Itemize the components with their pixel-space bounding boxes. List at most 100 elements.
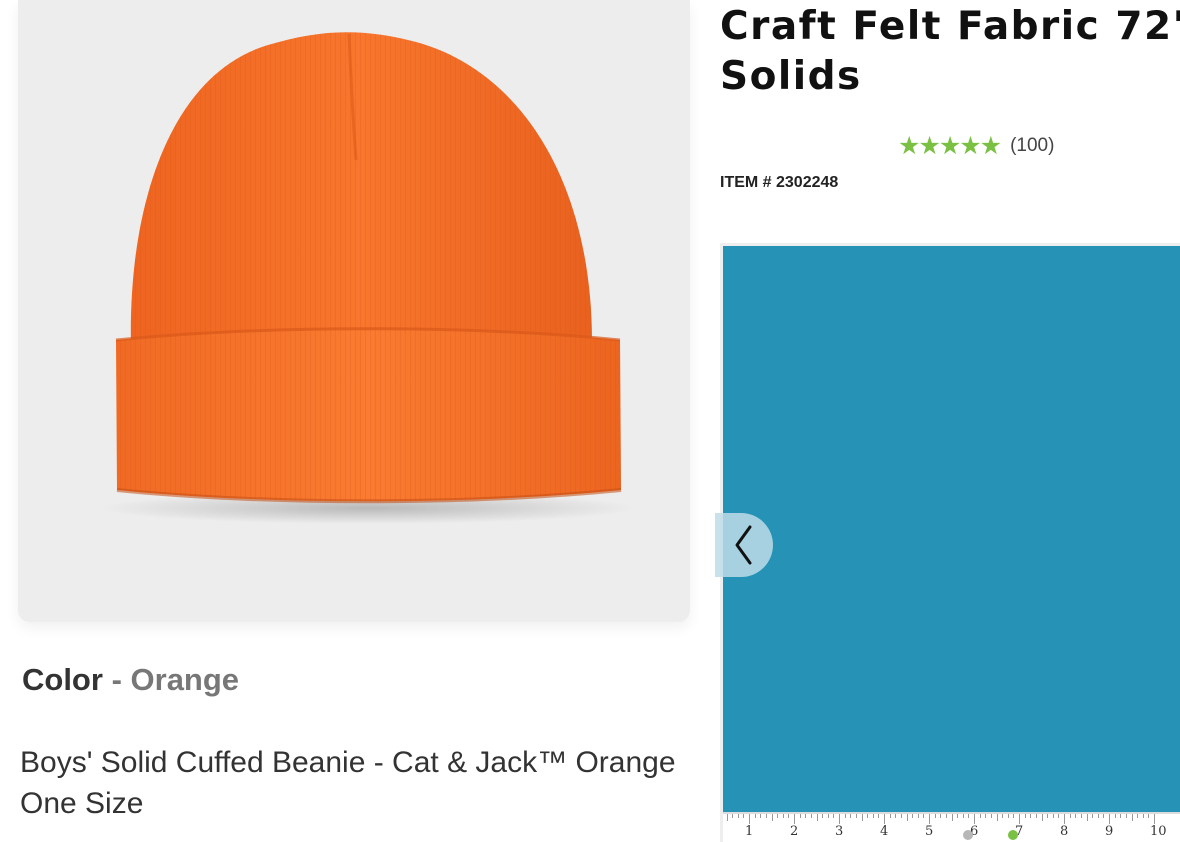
ruler-tick [979, 814, 981, 818]
ruler-tick [1148, 814, 1150, 818]
ruler-tick [1007, 814, 1009, 818]
chevron-left-icon [735, 525, 752, 565]
ruler-tick [1142, 814, 1144, 818]
ruler-tick [872, 814, 874, 818]
color-separator: - [111, 662, 122, 697]
ruler-tick [1131, 814, 1133, 821]
ruler-tick [844, 814, 846, 818]
ruler-tick [732, 814, 734, 818]
ruler-tick [900, 814, 902, 818]
page-title: Craft Felt Fabric 72''- Solids [720, 4, 1180, 99]
ruler-tick [1035, 814, 1037, 818]
ruler-tick [985, 814, 987, 818]
color-selection: Color - Orange [22, 662, 239, 698]
ruler-tick [850, 814, 852, 818]
ruler-tick [1154, 814, 1155, 824]
ruler-tick [1019, 814, 1020, 824]
ruler-tick [945, 814, 947, 818]
measuring-ruler: 1 2 3 4 5 6 7 8 9 10 [723, 812, 1180, 842]
color-value: Orange [130, 662, 240, 697]
ruler-tick [1002, 814, 1004, 818]
product-image-frame: 1 2 3 4 5 6 7 8 9 10 [720, 243, 1180, 842]
beanie-image [100, 32, 636, 524]
ruler-tick [906, 814, 908, 821]
ruler-tick [1080, 814, 1082, 818]
panel-divider [705, 0, 715, 842]
ruler-tick [855, 814, 857, 818]
ruler-tick [1125, 814, 1127, 818]
ruler-tick [912, 814, 914, 818]
ruler-tick [1013, 814, 1015, 818]
ruler-tick [822, 814, 824, 818]
ruler-tick [929, 814, 930, 824]
ruler-tick [782, 814, 784, 818]
ruler-tick [889, 814, 891, 818]
ruler-tick [805, 814, 807, 818]
carousel-dot[interactable] [963, 830, 973, 840]
ruler-tick [771, 814, 773, 821]
ruler-tick [794, 814, 795, 824]
ruler-tick [737, 814, 739, 818]
ruler-tick [810, 814, 812, 818]
ruler-tick [1069, 814, 1071, 818]
ruler-tick [765, 814, 767, 818]
ruler-label: 9 [1105, 824, 1114, 839]
ruler-label: 1 [745, 824, 754, 839]
color-label: Color [22, 662, 103, 697]
ruler-label: 2 [790, 824, 799, 839]
ruler-tick [1097, 814, 1099, 818]
ruler-tick [726, 814, 728, 821]
rating[interactable]: ★★★★★ (100) [898, 131, 1054, 160]
product-title[interactable]: Boys' Solid Cuffed Beanie - Cat & Jack™ … [20, 742, 700, 824]
fabric-swatch-image[interactable] [723, 246, 1180, 812]
ruler-tick [974, 814, 975, 824]
ruler-tick [1024, 814, 1026, 818]
ruler-label: 3 [835, 824, 844, 839]
ruler-tick [962, 814, 964, 818]
ruler-tick [827, 814, 829, 818]
ruler-tick [1075, 814, 1077, 818]
ruler-tick [878, 814, 880, 818]
ruler-label: 4 [880, 824, 889, 839]
ruler-tick [957, 814, 959, 818]
ruler-tick [1114, 814, 1116, 818]
ruler-tick [1103, 814, 1105, 818]
ruler-tick [1047, 814, 1049, 818]
carousel-dot[interactable] [1008, 830, 1018, 840]
ruler-tick [754, 814, 756, 818]
ruler-tick [996, 814, 998, 821]
item-number: ITEM # 2302248 [720, 174, 839, 191]
ruler-tick [839, 814, 840, 824]
right-product-panel: Craft Felt Fabric 72''- Solids ★★★★★ (10… [715, 0, 1180, 842]
ruler-tick [799, 814, 801, 818]
ruler-tick [760, 814, 762, 818]
ruler-tick [867, 814, 869, 818]
ruler-tick [884, 814, 885, 824]
ruler-tick [1058, 814, 1060, 818]
product-image[interactable] [18, 0, 690, 622]
left-product-panel: Color - Orange Boys' Solid Cuffed Beanie… [0, 0, 705, 842]
ruler-tick [777, 814, 779, 818]
ruler-tick [1030, 814, 1032, 818]
ruler-tick [1137, 814, 1139, 818]
star-rating-icon: ★★★★★ [898, 131, 1002, 160]
ruler-tick [923, 814, 925, 818]
ruler-tick [743, 814, 745, 818]
review-count[interactable]: (100) [1010, 135, 1054, 157]
ruler-tick [1092, 814, 1094, 818]
ruler-tick [1064, 814, 1065, 824]
ruler-tick [861, 814, 863, 821]
ruler-tick [788, 814, 790, 818]
ruler-tick [1109, 814, 1110, 824]
ruler-tick [940, 814, 942, 818]
ruler-tick [895, 814, 897, 818]
ruler-tick [968, 814, 970, 818]
ruler-tick [934, 814, 936, 818]
ruler-tick [1120, 814, 1122, 818]
ruler-label: 8 [1060, 824, 1069, 839]
ruler-tick [951, 814, 953, 821]
ruler-tick [1086, 814, 1088, 821]
ruler-tick [816, 814, 818, 821]
ruler-tick [917, 814, 919, 818]
ruler-tick [1041, 814, 1043, 821]
